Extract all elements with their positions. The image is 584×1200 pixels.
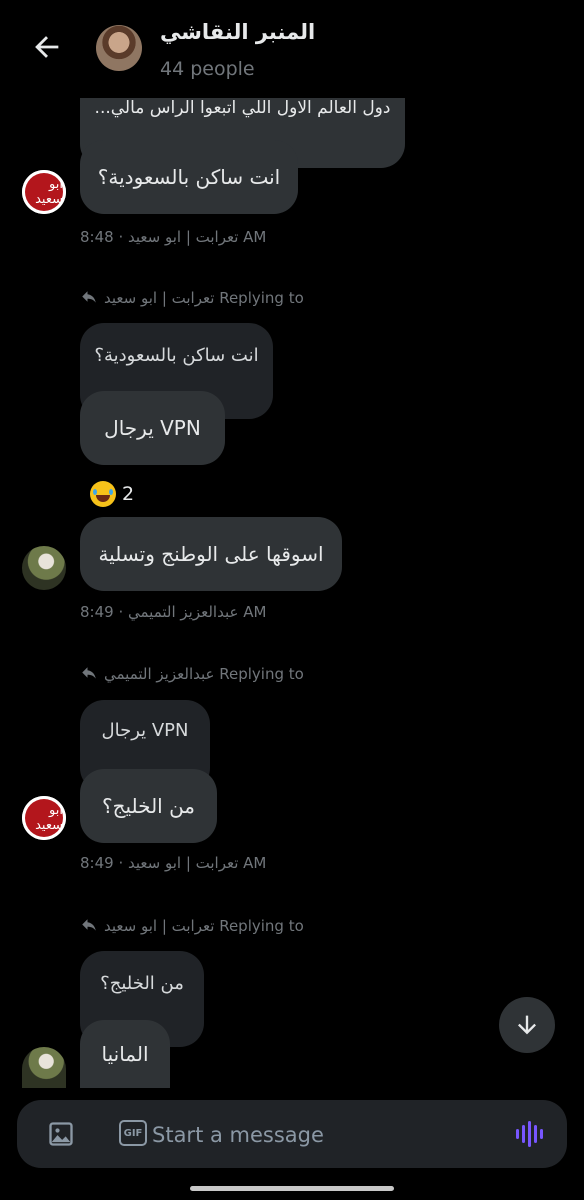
group-avatar[interactable]	[96, 25, 142, 71]
sender-avatar[interactable]	[22, 1047, 66, 1088]
message-text: انت ساكن بالسعودية؟	[97, 165, 281, 189]
scroll-to-bottom-button[interactable]	[499, 997, 555, 1053]
quoted-text: VPN يرجال	[101, 720, 189, 741]
reply-arrow-icon	[82, 667, 96, 679]
message-meta: عبدالعزيز التميمي · 8:49 AM	[80, 603, 267, 621]
gif-button[interactable]: GIF	[119, 1120, 147, 1146]
back-arrow-icon[interactable]	[30, 30, 64, 64]
message-meta: تعرابت | ابو سعيد · 8:49 AM	[80, 854, 267, 872]
message-text: المانيا	[101, 1042, 149, 1066]
reaction-pill[interactable]: 2	[90, 481, 134, 507]
reply-text: تعرابت | ابو سعيد Replying to	[104, 917, 304, 935]
message-bubble[interactable]: انت ساكن بالسعودية؟	[80, 140, 298, 214]
message-bubble[interactable]: اسوقها على الوطنج وتسلية	[80, 517, 342, 591]
sender-avatar[interactable]: ابو سعيد	[22, 170, 66, 214]
message-text: VPN يرجال	[104, 416, 201, 440]
quoted-text: من الخليج؟	[100, 973, 184, 994]
avatar-label: ابو سعيد	[25, 799, 63, 837]
reply-arrow-icon	[82, 919, 96, 931]
reply-indicator: عبدالعزيز التميمي Replying to	[80, 665, 304, 683]
reply-indicator: تعرابت | ابو سعيد Replying to	[80, 917, 304, 935]
message-text: دول العالم الاول اللي اتبعوا الراس مالي.…	[94, 98, 391, 118]
message-text: اسوقها على الوطنج وتسلية	[98, 542, 324, 566]
message-text: من الخليج؟	[101, 794, 196, 818]
member-count[interactable]: 44 people	[160, 58, 255, 80]
message-bubble[interactable]: من الخليج؟	[80, 769, 217, 843]
conversation-header: المنبر النقاشي 44 people	[0, 0, 584, 98]
sender-avatar[interactable]	[22, 546, 66, 590]
message-meta: تعرابت | ابو سعيد · 8:48 AM	[80, 228, 267, 246]
image-icon[interactable]	[47, 1120, 75, 1148]
message-bubble[interactable]: المانيا	[80, 1020, 170, 1088]
message-composer: GIF	[17, 1100, 567, 1168]
home-indicator[interactable]	[190, 1186, 394, 1191]
voice-message-icon[interactable]	[514, 1120, 546, 1148]
laughing-emoji-icon	[90, 481, 116, 507]
reply-text: تعرابت | ابو سعيد Replying to	[104, 289, 304, 307]
arrow-down-icon	[518, 1015, 536, 1035]
reply-text: عبدالعزيز التميمي Replying to	[104, 665, 304, 683]
group-title[interactable]: المنبر النقاشي	[160, 20, 315, 44]
reaction-count: 2	[122, 483, 135, 505]
sender-avatar[interactable]: ابو سعيد	[22, 796, 66, 840]
reply-indicator: تعرابت | ابو سعيد Replying to	[80, 289, 304, 307]
message-input[interactable]	[150, 1118, 494, 1152]
quoted-text: انت ساكن بالسعودية؟	[94, 345, 259, 366]
reply-arrow-icon	[82, 291, 96, 303]
message-bubble[interactable]: VPN يرجال	[80, 391, 225, 465]
avatar-label: ابو سعيد	[25, 173, 63, 211]
